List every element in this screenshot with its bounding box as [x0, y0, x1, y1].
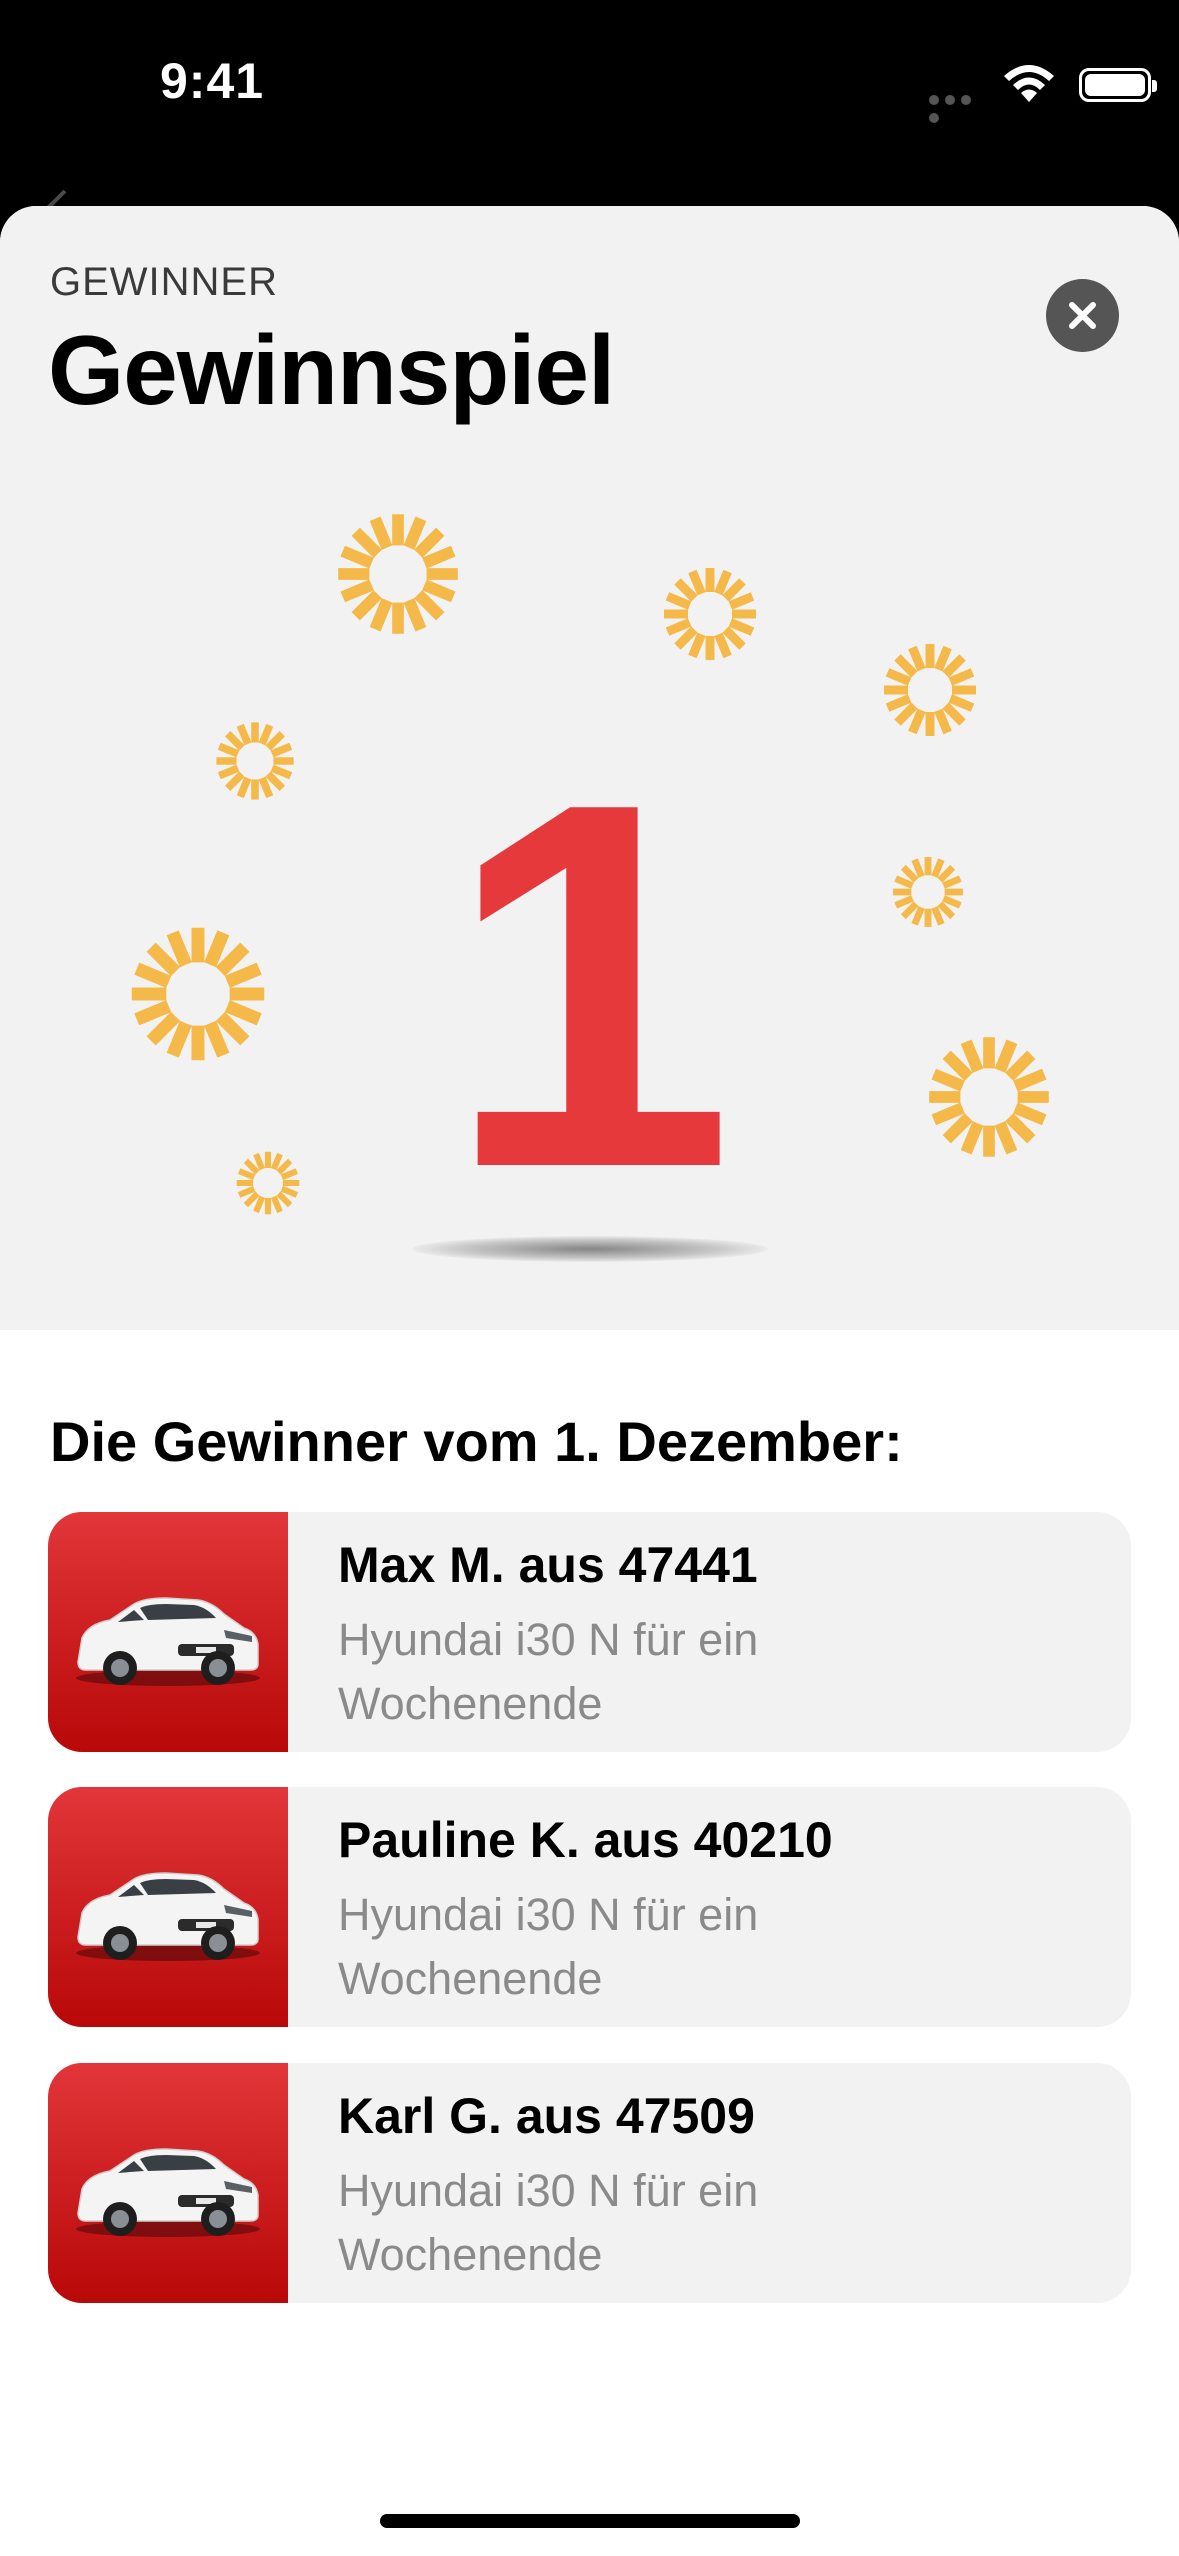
- winner-name: Pauline K. aus 40210: [338, 1812, 833, 1868]
- eyebrow-label: GEWINNER: [50, 260, 278, 304]
- sun-icon: [338, 514, 458, 634]
- sun-icon: [664, 568, 756, 660]
- status-bar: 9:41: [0, 0, 1179, 200]
- rank-number: 1: [444, 695, 735, 1276]
- winner-card[interactable]: Karl G. aus 47509 Hyundai i30 N für ein …: [48, 2063, 1131, 2303]
- number-shadow: [412, 1236, 768, 1262]
- car-image: [48, 1512, 288, 1752]
- car-image: [48, 1787, 288, 2027]
- page-title: Gewinnspiel: [48, 315, 615, 425]
- wifi-icon: [1004, 65, 1054, 102]
- sun-icon: [884, 644, 976, 736]
- hero-section: GEWINNER Gewinnspiel 1: [0, 206, 1179, 1330]
- winner-card[interactable]: Pauline K. aus 40210 Hyundai i30 N für e…: [48, 1787, 1131, 2027]
- winner-sheet: GEWINNER Gewinnspiel 1 Die Gewinner vom …: [0, 206, 1179, 2556]
- car-image: [48, 2063, 288, 2303]
- winner-card[interactable]: Max M. aus 47441 Hyundai i30 N für ein W…: [48, 1512, 1131, 1752]
- winner-prize: Hyundai i30 N für ein Wochenende: [338, 1889, 759, 2004]
- battery-icon: [1079, 68, 1157, 102]
- winners-heading: Die Gewinner vom 1. Dezember:: [50, 1410, 903, 1473]
- signal-dots-icon: [929, 92, 991, 123]
- winner-prize: Hyundai i30 N für ein Wochenende: [338, 2165, 759, 2280]
- close-icon: [1069, 302, 1096, 329]
- close-button[interactable]: [1046, 279, 1119, 352]
- home-indicator: [380, 2514, 800, 2528]
- winner-name: Karl G. aus 47509: [338, 2088, 755, 2144]
- winner-prize: Hyundai i30 N für ein Wochenende: [338, 1614, 759, 1729]
- status-time: 9:41: [160, 53, 265, 109]
- winner-name: Max M. aus 47441: [338, 1537, 758, 1593]
